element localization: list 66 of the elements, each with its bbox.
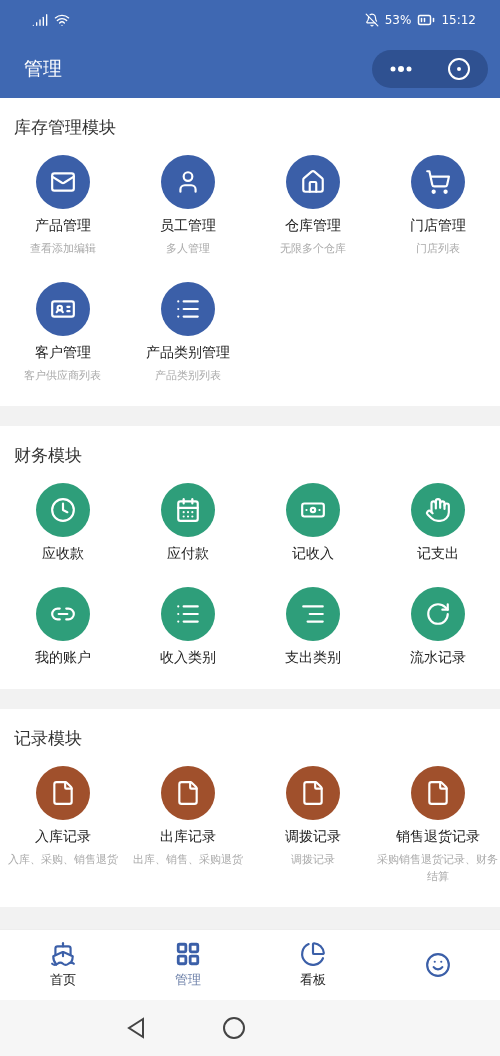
smiley-icon xyxy=(424,952,451,978)
more-icon xyxy=(389,66,412,72)
close-button[interactable] xyxy=(446,57,471,81)
banknote-icon[interactable] xyxy=(285,483,340,537)
refresh-icon[interactable] xyxy=(410,587,465,641)
more-button[interactable] xyxy=(389,66,412,72)
module-description: 查看添加编辑 xyxy=(28,241,97,257)
module-label: 产品管理 xyxy=(34,217,91,235)
module-description: 无限多个仓库 xyxy=(278,241,347,257)
module-label: 支出类别 xyxy=(284,649,341,667)
ship-icon xyxy=(49,941,76,967)
module-label: 流水记录 xyxy=(409,649,466,667)
module-label: 产品类别管理 xyxy=(145,343,230,362)
module-description: 客户供应商列表 xyxy=(23,367,102,384)
document-icon[interactable] xyxy=(410,766,465,820)
module-label: 收入类别 xyxy=(159,649,216,667)
module-label: 出库记录 xyxy=(159,828,216,846)
hand-icon[interactable] xyxy=(410,483,465,537)
module-description: 入库、采购、销售退货 xyxy=(6,852,119,868)
pie-chart-icon xyxy=(299,941,326,967)
module-label: 记收入 xyxy=(291,545,334,563)
envelope-icon[interactable] xyxy=(35,155,90,209)
link-icon[interactable] xyxy=(35,587,90,641)
module-label: 入库记录 xyxy=(34,828,91,846)
battery-percent: 53% xyxy=(384,13,412,27)
cart-icon[interactable] xyxy=(410,155,465,209)
page-title: 管理 xyxy=(24,56,62,81)
back-button[interactable] xyxy=(125,1016,147,1040)
module-title: 财务模块 xyxy=(13,444,83,467)
module-description: 多人管理 xyxy=(164,241,211,257)
module-description: 产品类别列表 xyxy=(153,367,222,384)
module-title: 记录模块 xyxy=(13,727,83,750)
module-description: 门店列表 xyxy=(414,241,461,257)
module-label: 应收款 xyxy=(41,545,84,563)
module-label: 应付款 xyxy=(166,545,209,563)
module-label: 员工管理 xyxy=(159,217,216,235)
module-label: 客户管理 xyxy=(34,343,91,362)
module-title: 库存管理模块 xyxy=(13,116,117,139)
clock-time: 15:12 xyxy=(441,13,476,27)
document-icon[interactable] xyxy=(35,766,90,820)
house-icon[interactable] xyxy=(285,155,340,209)
person-icon[interactable] xyxy=(160,155,215,209)
module-label: 仓库管理 xyxy=(284,217,341,235)
grid-icon xyxy=(174,941,201,967)
module-label: 记支出 xyxy=(416,545,459,563)
indent-list-icon[interactable] xyxy=(285,587,340,641)
tab-bar-item[interactable]: 管理 xyxy=(125,930,250,1000)
document-icon[interactable] xyxy=(285,766,340,820)
signal-icon xyxy=(32,12,48,28)
list-icon[interactable] xyxy=(160,587,215,641)
module-description: 采购销售退货记录、财务结算 xyxy=(376,852,499,885)
module-description: 调拨记录 xyxy=(289,852,336,868)
tab-bar-item[interactable]: 首页 xyxy=(0,930,125,1000)
tab-bar-item[interactable]: 看板 xyxy=(250,930,375,1000)
wifi-icon xyxy=(54,12,70,28)
module-label: 门店管理 xyxy=(409,217,466,235)
mute-icon xyxy=(364,13,379,27)
module-description: 出库、销售、采购退货 xyxy=(131,852,244,868)
module-label: 我的账户 xyxy=(34,649,91,667)
target-icon xyxy=(446,57,471,81)
clock-icon[interactable] xyxy=(35,483,90,537)
module-label: 调拨记录 xyxy=(284,828,341,846)
home-button[interactable] xyxy=(222,1016,246,1040)
document-icon[interactable] xyxy=(160,766,215,820)
module-label: 销售退货记录 xyxy=(395,828,480,846)
calendar-icon[interactable] xyxy=(160,483,215,537)
